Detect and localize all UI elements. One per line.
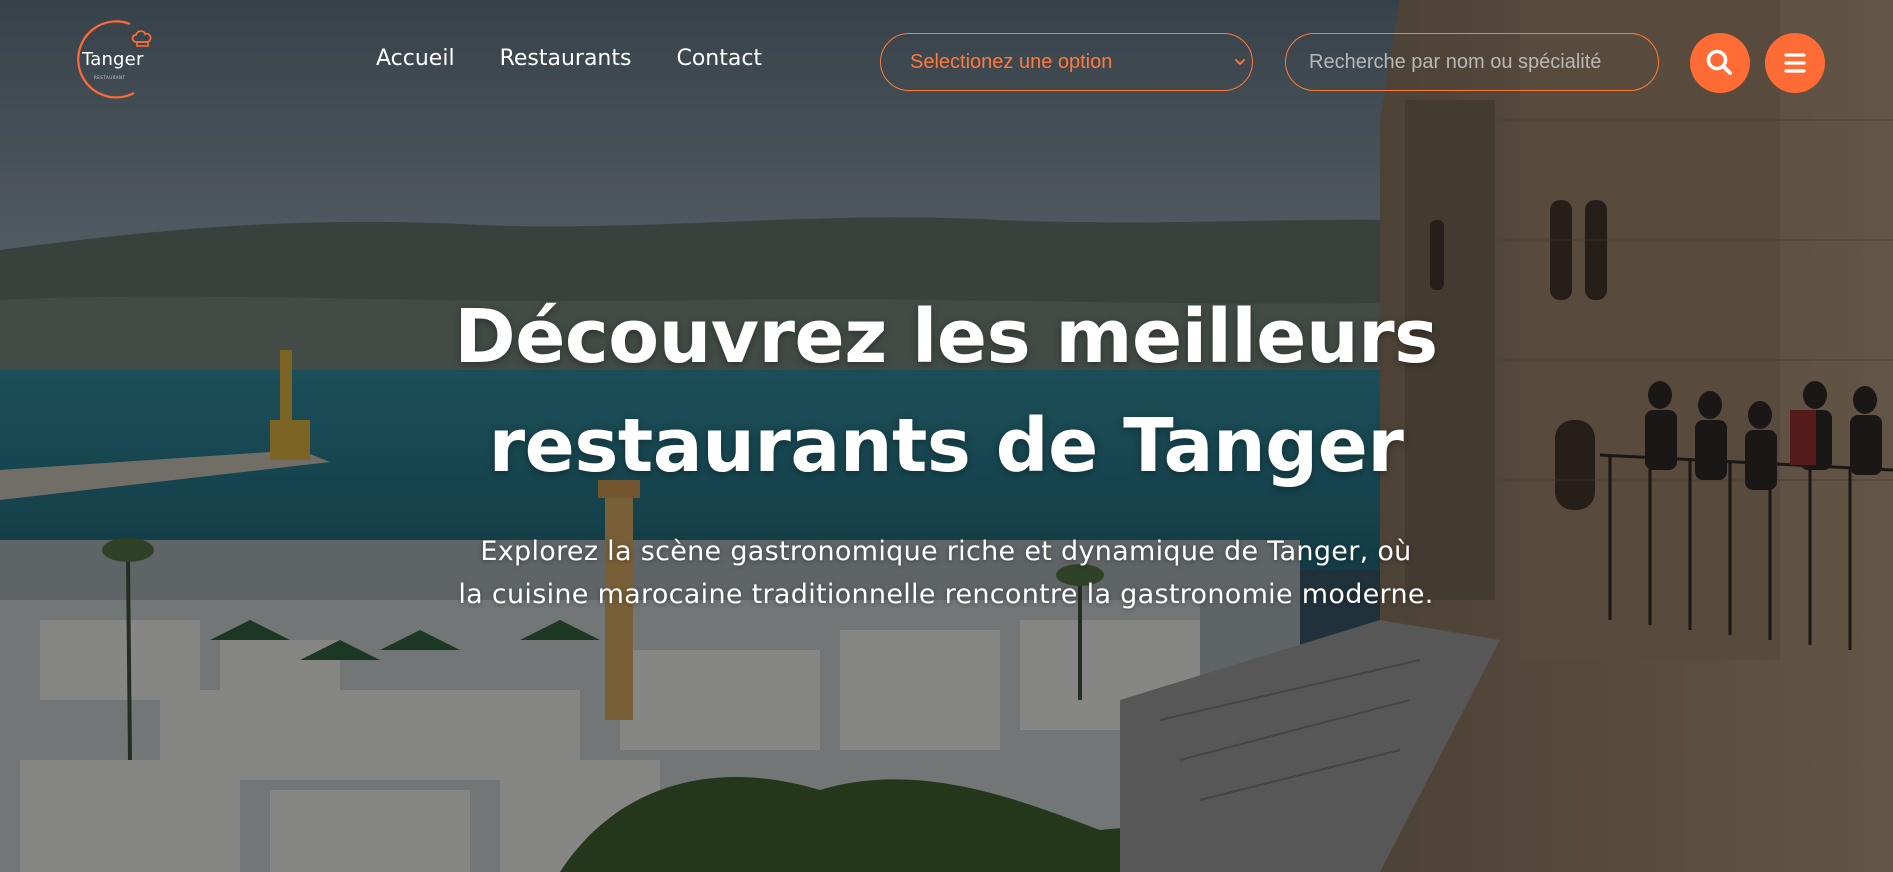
hero-section: Tanger RESTAURANT Accueil Restaurants Co… xyxy=(0,0,1893,872)
category-select[interactable]: Selectionez une option xyxy=(880,33,1253,91)
brand-name: Tanger xyxy=(82,49,144,70)
chef-hat-icon xyxy=(131,30,152,47)
nav-link-contact[interactable]: Contact xyxy=(676,46,762,71)
hero-title-line-1: Découvrez les meilleurs xyxy=(454,294,1438,380)
category-select-value: Selectionez une option xyxy=(910,51,1113,73)
brand-logo[interactable]: Tanger RESTAURANT xyxy=(72,18,156,102)
chevron-down-icon xyxy=(1235,59,1245,65)
search-input[interactable] xyxy=(1285,33,1659,91)
hero-subtitle-line-1: Explorez la scène gastronomique riche et… xyxy=(480,536,1412,567)
hero-subtitle-line-2: la cuisine marocaine traditionnelle renc… xyxy=(458,579,1434,610)
hamburger-menu-icon xyxy=(1784,53,1806,73)
nav-link-accueil[interactable]: Accueil xyxy=(376,46,455,71)
hero-subtitle: Explorez la scène gastronomique riche et… xyxy=(346,530,1546,616)
hero-title-line-2: restaurants de Tanger xyxy=(488,403,1404,489)
search-button[interactable] xyxy=(1690,33,1750,93)
nav-link-restaurants[interactable]: Restaurants xyxy=(500,46,632,71)
brand-tagline: RESTAURANT xyxy=(94,75,126,80)
site-header: Tanger RESTAURANT Accueil Restaurants Co… xyxy=(0,0,1893,130)
search-icon xyxy=(1706,49,1732,75)
menu-button[interactable] xyxy=(1765,33,1825,93)
main-nav: Accueil Restaurants Contact xyxy=(376,46,762,71)
hero-title: Découvrez les meilleurs restaurants de T… xyxy=(296,283,1596,501)
